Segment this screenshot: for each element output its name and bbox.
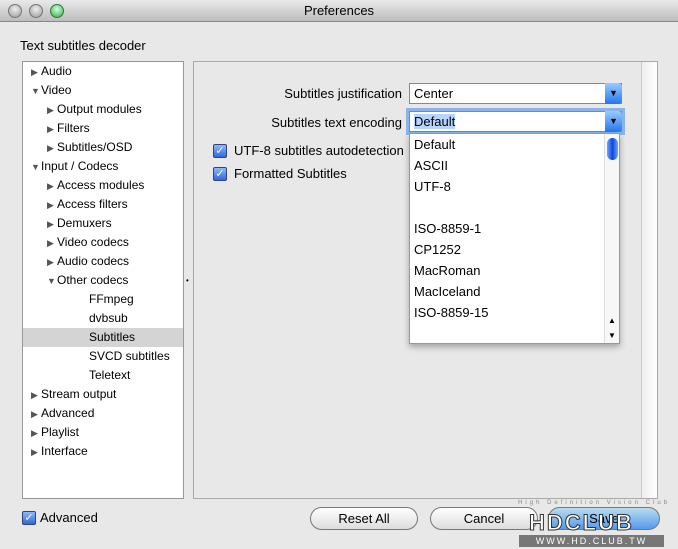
watermark-url: WWW.HD.CLUB.TW — [519, 535, 664, 547]
encoding-option[interactable]: ASCII — [414, 155, 448, 176]
tree-item[interactable]: ▶ Advanced — [23, 404, 183, 423]
tree-item[interactable]: ▶ Audio — [23, 62, 183, 81]
close-button[interactable] — [8, 4, 22, 18]
tree-item[interactable]: ▶ Subtitles/OSD — [23, 138, 183, 157]
encoding-option[interactable]: UTF-8 — [414, 176, 451, 197]
justification-select[interactable]: Center ▼ — [409, 83, 622, 104]
chevron-down-icon: ▼ — [605, 111, 622, 132]
tree-item-label: Video codecs — [57, 235, 129, 249]
disclosure-right-icon[interactable]: ▶ — [47, 139, 57, 158]
disclosure-right-icon[interactable]: ▶ — [47, 196, 57, 215]
scroll-up-icon[interactable]: ▲ — [608, 316, 616, 325]
disclosure-right-icon[interactable]: ▶ — [47, 101, 57, 120]
tree-item[interactable]: ▶ Interface — [23, 442, 183, 461]
scroll-down-icon[interactable]: ▼ — [608, 331, 616, 340]
encoding-option[interactable]: CP1252 — [414, 239, 461, 260]
tree-item-label: FFmpeg — [89, 292, 134, 306]
tree-item[interactable]: ▶ Audio codecs — [23, 252, 183, 271]
disclosure-right-icon[interactable]: ▶ — [47, 120, 57, 139]
tree-item-label: Subtitles/OSD — [57, 140, 133, 154]
disclosure-right-icon[interactable]: ▶ — [31, 424, 41, 443]
tree-item-label: Stream output — [41, 387, 117, 401]
disclosure-down-icon[interactable]: ▼ — [31, 82, 41, 101]
tree-item-label: Advanced — [41, 406, 95, 420]
tree-item-label: Interface — [41, 444, 88, 458]
tree-item-label: Video — [41, 83, 72, 97]
tree-item[interactable]: ▶ Filters — [23, 119, 183, 138]
disclosure-right-icon[interactable]: ▶ — [47, 177, 57, 196]
tree-item[interactable]: ▼Other codecs — [23, 271, 183, 290]
tree-item[interactable]: FFmpeg — [23, 290, 183, 309]
tree-item-label: Filters — [57, 121, 90, 135]
tree-item-label: dvbsub — [89, 311, 128, 325]
panel-scrollbar[interactable] — [641, 62, 657, 498]
disclosure-right-icon[interactable]: ▶ — [31, 443, 41, 462]
tree-item[interactable]: Subtitles — [23, 328, 183, 347]
tree-item[interactable]: dvbsub — [23, 309, 183, 328]
utf8-checkbox[interactable]: ✓ — [213, 144, 227, 158]
tree-item[interactable]: ▶ Demuxers — [23, 214, 183, 233]
disclosure-right-icon[interactable]: ▶ — [47, 253, 57, 272]
tree-item[interactable]: ▶ Access modules — [23, 176, 183, 195]
disclosure-right-icon[interactable]: ▶ — [31, 63, 41, 82]
tree-item-label: Access modules — [57, 178, 145, 192]
disclosure-down-icon[interactable]: ▼ — [31, 158, 41, 177]
encoding-option[interactable]: ISO-8859-15 — [414, 302, 488, 323]
minimize-button[interactable] — [29, 4, 43, 18]
encoding-dropdown-list[interactable]: ▲ ▼ Default ASCII UTF-8 ISO-8859-1 CP1252 Mac… — [409, 133, 620, 344]
window-title: Preferences — [303, 3, 375, 18]
chevron-down-icon: ▼ — [605, 83, 622, 104]
advanced-checkbox[interactable]: ✓ — [22, 511, 36, 525]
advanced-label: Advanced — [40, 510, 98, 525]
disclosure-down-icon[interactable]: ▼ — [47, 272, 57, 291]
section-title: Text subtitles decoder — [20, 38, 146, 53]
disclosure-right-icon[interactable]: ▶ — [47, 234, 57, 253]
justification-label: Subtitles justification — [284, 86, 402, 101]
formatted-checkbox[interactable]: ✓ — [213, 167, 227, 181]
tree-item[interactable]: ▶ Stream output — [23, 385, 183, 404]
tree-item[interactable]: ▶ Access filters — [23, 195, 183, 214]
tree-item[interactable]: Teletext — [23, 366, 183, 385]
tree-item-label: Other codecs — [57, 273, 129, 287]
encoding-value: Default — [414, 114, 456, 129]
tree-item-label: Playlist — [41, 425, 80, 439]
utf8-label: UTF-8 subtitles autodetection — [234, 143, 404, 158]
disclosure-right-icon[interactable]: ▶ — [31, 386, 41, 405]
disclosure-right-icon[interactable]: ▶ — [47, 215, 57, 234]
tree-item-label: Input / Codecs — [41, 159, 119, 173]
tree-item-label: Audio — [41, 64, 72, 78]
justification-value: Center — [414, 86, 454, 101]
tree-item[interactable]: ▼Video — [23, 81, 183, 100]
encoding-option[interactable]: MacIceland — [414, 281, 480, 302]
dropdown-scrollbar[interactable]: ▲ ▼ — [604, 134, 619, 343]
title-bar: Preferences — [0, 0, 678, 22]
encoding-select[interactable]: Default ▼ — [409, 111, 622, 132]
reset-all-button[interactable]: Reset All — [310, 507, 418, 530]
encoding-option[interactable]: ISO-8859-1 — [414, 218, 481, 239]
formatted-label: Formatted Subtitles — [234, 166, 347, 181]
tree-item[interactable]: ▼Input / Codecs — [23, 157, 183, 176]
disclosure-right-icon[interactable]: ▶ — [31, 405, 41, 424]
save-button[interactable]: Save — [548, 507, 660, 530]
tree-item[interactable]: SVCD subtitles — [23, 347, 183, 366]
tree-item[interactable]: ▶ Output modules — [23, 100, 183, 119]
encoding-option[interactable]: Default — [414, 134, 455, 155]
tree-item-label: Output modules — [57, 102, 142, 116]
cancel-button[interactable]: Cancel — [430, 507, 538, 530]
tree-item-label: Audio codecs — [57, 254, 130, 268]
category-tree[interactable]: ▶ Audio ▼Video ▶ Output modules ▶ Filters ▶ Subt… — [22, 61, 184, 499]
encoding-option[interactable]: MacRoman — [414, 260, 480, 281]
splitter-handle[interactable]: • — [186, 276, 189, 285]
zoom-button[interactable] — [50, 4, 64, 18]
tree-item[interactable]: ▶ Video codecs — [23, 233, 183, 252]
tree-item-label: Demuxers — [57, 216, 112, 230]
tree-item-label: Access filters — [57, 197, 128, 211]
tree-item[interactable]: ▶ Playlist — [23, 423, 183, 442]
scroll-thumb[interactable] — [607, 138, 618, 160]
tree-item-label: SVCD subtitles — [89, 349, 170, 363]
tree-item-label: Teletext — [89, 368, 131, 382]
tree-item-label: Subtitles — [89, 330, 136, 344]
watermark-tagline: High Definition Vision Club — [518, 500, 670, 506]
encoding-label: Subtitles text encoding — [271, 115, 402, 130]
